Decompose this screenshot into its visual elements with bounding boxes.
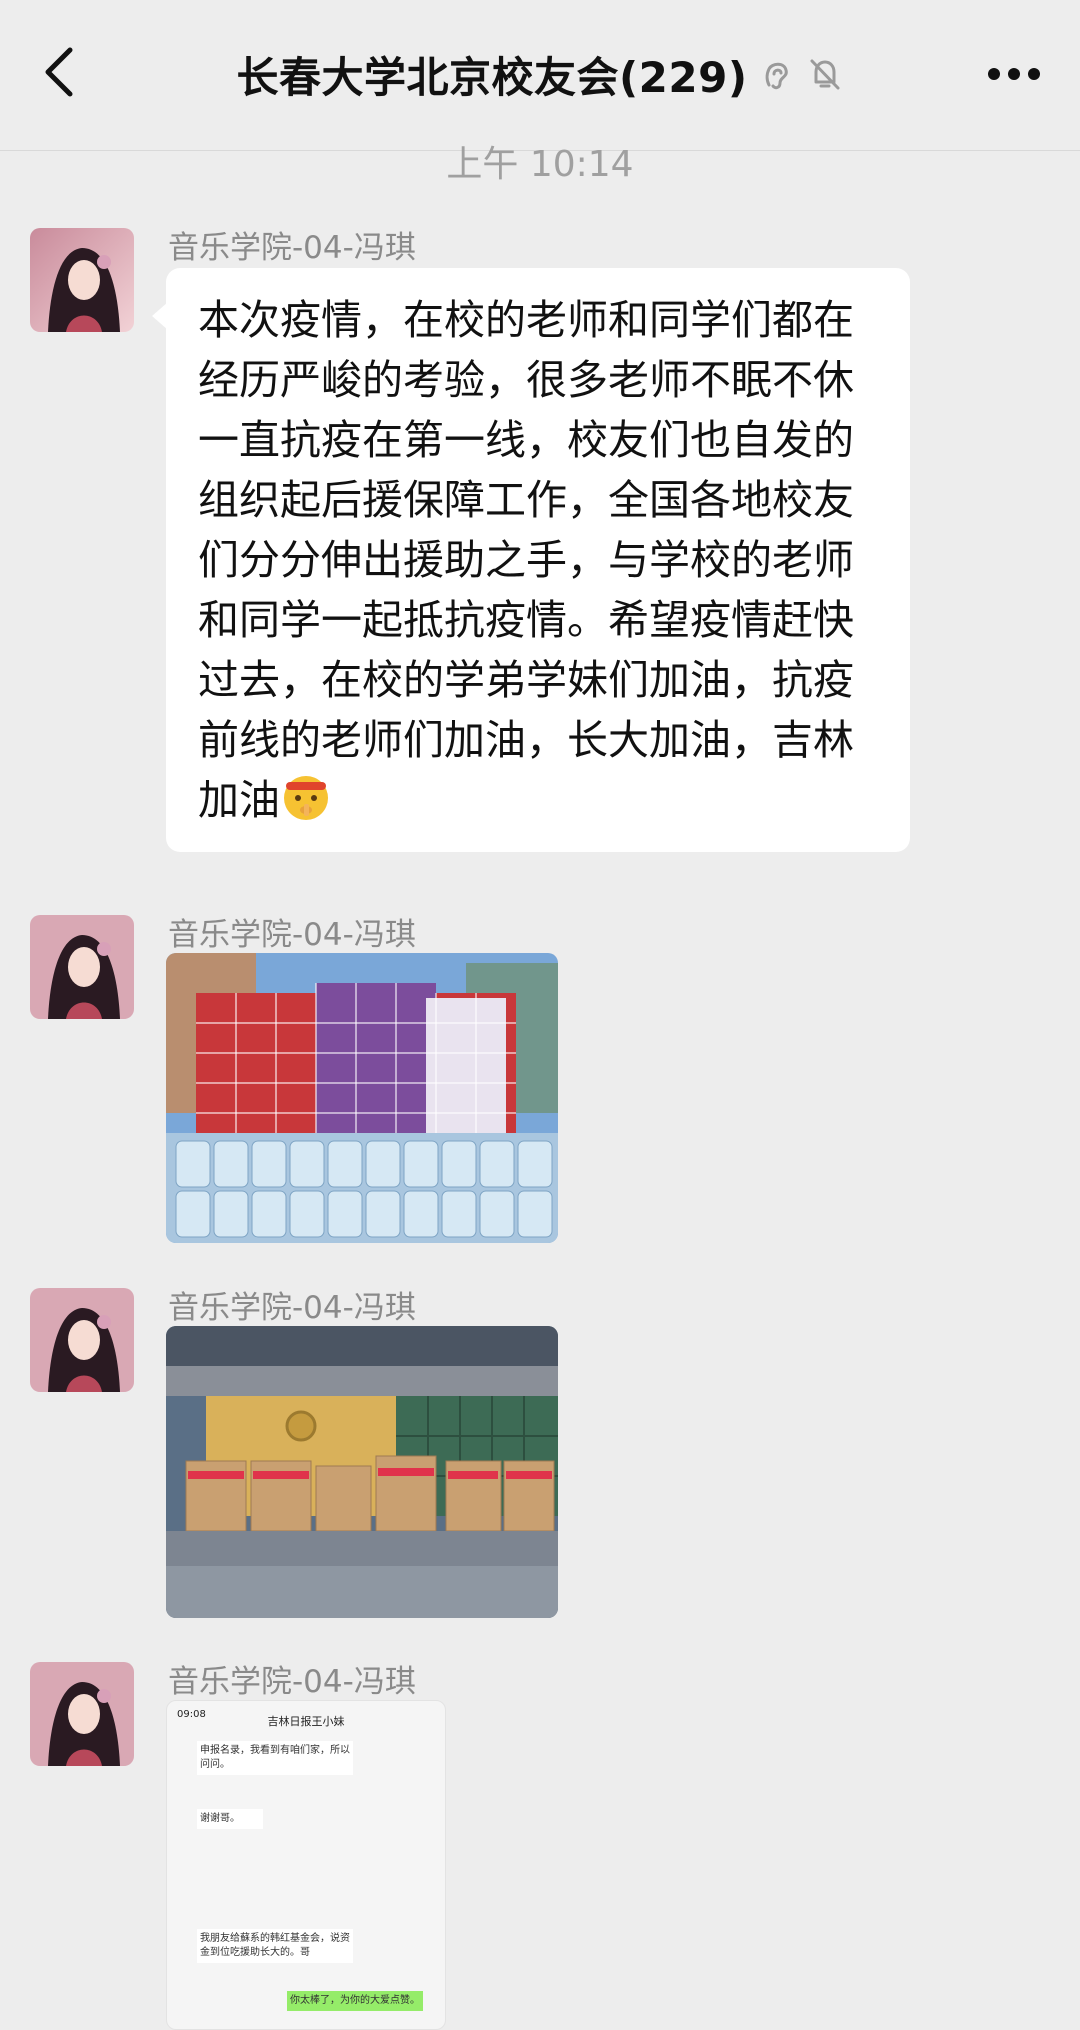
image-message-supplies-water[interactable] bbox=[166, 953, 558, 1243]
message-text: 本次疫情，在校的老师和同学们都在经历严峻的考验，很多老师不眠不休一直抗疫在第一线… bbox=[198, 296, 854, 824]
sender-name: 音乐学院-04-冯琪 bbox=[168, 230, 416, 266]
screenshot-title: 吉林日报王小妹 bbox=[267, 1715, 345, 1728]
text-message-bubble[interactable]: 本次疫情，在校的老师和同学们都在经历严峻的考验，很多老师不眠不休一直抗疫在第一线… bbox=[152, 268, 910, 852]
chat-header: 长春大学北京校友会(229) bbox=[0, 0, 1080, 151]
more-button[interactable] bbox=[978, 46, 1050, 102]
screenshot-line: 你太棒了，为你的大爱点赞。 bbox=[287, 1991, 423, 2011]
ear-icon bbox=[758, 55, 796, 93]
chat-title[interactable]: 长春大学北京校友会(229) bbox=[236, 44, 747, 105]
screenshot-line: 申报名录，我看到有咱们家，所以问问。 bbox=[197, 1741, 353, 1775]
avatar[interactable] bbox=[30, 228, 134, 332]
title-wrap: 长春大学北京校友会(229) bbox=[0, 42, 1080, 106]
bell-mute-icon bbox=[806, 55, 844, 93]
more-dots-icon bbox=[988, 68, 1040, 80]
avatar[interactable] bbox=[30, 1662, 134, 1766]
sender-name: 音乐学院-04-冯琪 bbox=[168, 1664, 416, 1700]
image-message-supplies-building[interactable] bbox=[166, 1326, 558, 1618]
screenshot-line: 谢谢哥。 bbox=[197, 1809, 263, 1829]
sender-name: 音乐学院-04-冯琪 bbox=[168, 917, 416, 953]
screenshot-line: 我朋友给蘇系的韩红基金会，说资金到位吃援助长大的。哥 bbox=[197, 1929, 353, 1963]
sender-name: 音乐学院-04-冯琪 bbox=[168, 1290, 416, 1326]
avatar[interactable] bbox=[30, 1288, 134, 1392]
shushing-emoji-icon bbox=[280, 770, 332, 822]
avatar[interactable] bbox=[30, 915, 134, 1019]
message-timestamp: 上午 10:14 bbox=[446, 144, 634, 185]
image-message-chat-screenshot[interactable]: 09:08 吉林日报王小妹 申报名录，我看到有咱们家，所以问问。 谢谢哥。 我朋… bbox=[166, 1700, 446, 2030]
